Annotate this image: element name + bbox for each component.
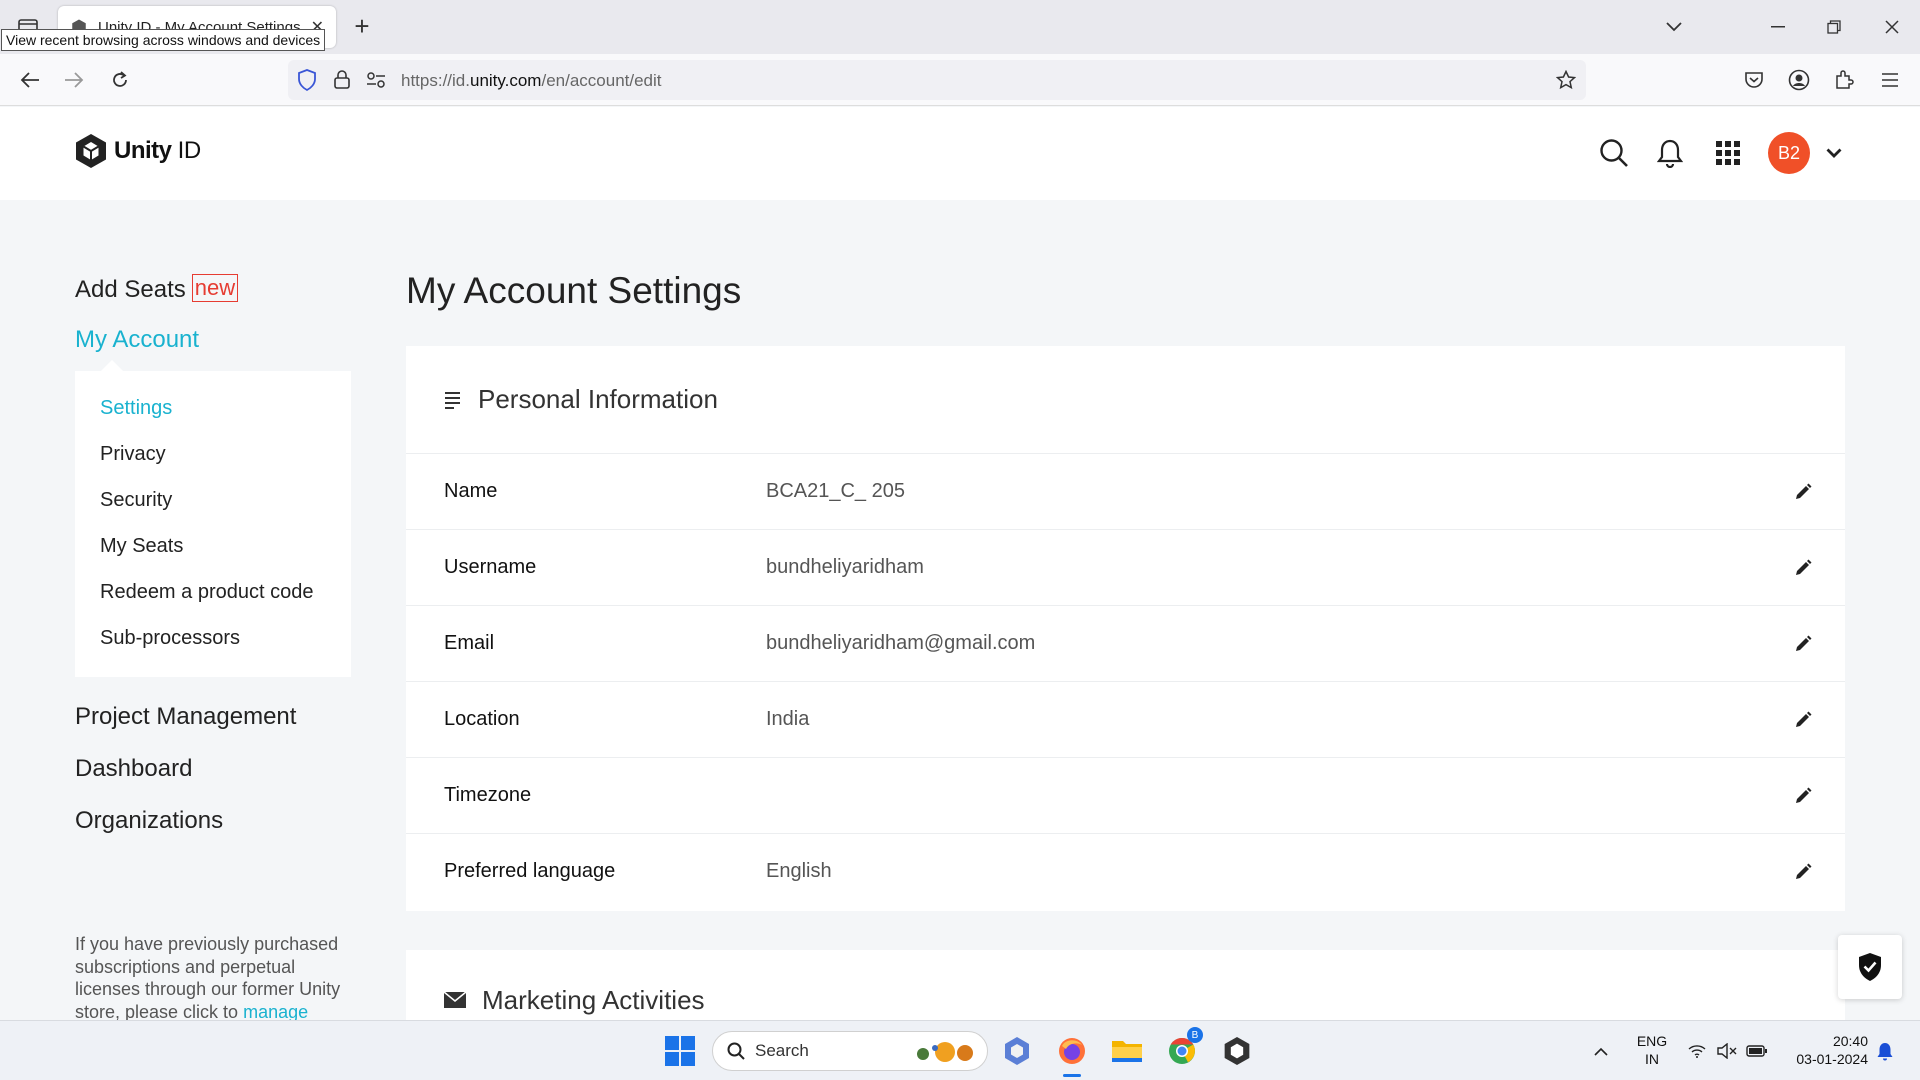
tooltip: View recent browsing across windows and … [1, 29, 326, 51]
edit-pencil-icon[interactable] [1791, 708, 1815, 732]
row-label: Username [444, 556, 537, 578]
submenu-item-sub-processors[interactable]: Sub-processors [100, 627, 240, 650]
sidebar-item-add-seats[interactable]: Add Seats new [75, 274, 239, 304]
firefox-icon[interactable] [1053, 1033, 1091, 1077]
lock-icon[interactable] [333, 69, 351, 89]
pocket-icon[interactable] [1736, 62, 1772, 98]
notification-center-icon[interactable] [1866, 1033, 1904, 1069]
submenu-item-settings[interactable]: Settings [100, 397, 172, 420]
forward-icon[interactable] [56, 62, 92, 98]
new-tab-button[interactable]: + [346, 10, 378, 42]
unity-logo[interactable]: Unity ID [74, 133, 201, 169]
search-highlight-icon [917, 1042, 973, 1062]
chrome-icon[interactable]: B [1163, 1027, 1203, 1069]
windows-start-icon[interactable] [664, 1035, 696, 1067]
account-icon[interactable] [1781, 62, 1817, 98]
list-lines-icon [445, 391, 460, 409]
marketing-activities-card: Marketing Activities [406, 950, 1845, 1020]
search-icon[interactable] [1596, 135, 1632, 171]
envelope-icon [444, 992, 466, 1008]
personal-information-header: Personal Information [406, 346, 1845, 454]
taskbar-search[interactable]: Search [712, 1031, 988, 1071]
sidebar-item-my-account[interactable]: My Account [75, 326, 199, 354]
tracking-protection-icon[interactable] [297, 69, 317, 91]
row-label: Email [444, 632, 495, 654]
back-icon[interactable] [12, 62, 48, 98]
bookmark-star-icon[interactable] [1556, 70, 1576, 90]
unity-cube-icon [76, 134, 106, 168]
row-email: Email bundheliyaridham@gmail.com [406, 606, 1845, 682]
windows-taskbar: Search B ENG IN 20:40 03-01-2024 [0, 1020, 1920, 1080]
sidebar-item-dashboard[interactable]: Dashboard [75, 755, 192, 783]
browser-tab-bar: Unity ID - My Account Settings ✕ + View … [0, 0, 1920, 54]
edit-pencil-icon[interactable] [1791, 632, 1815, 656]
file-explorer-icon[interactable] [1108, 1033, 1146, 1069]
marketing-activities-title: Marketing Activities [482, 984, 705, 1015]
clock[interactable]: 20:40 03-01-2024 [1782, 1032, 1868, 1068]
battery-icon[interactable] [1738, 1033, 1776, 1069]
menu-icon[interactable] [1872, 62, 1908, 98]
submenu-item-my-seats[interactable]: My Seats [100, 535, 183, 558]
submenu-item-security[interactable]: Security [100, 489, 172, 512]
manage-link[interactable]: manage [243, 1002, 308, 1022]
row-location: Location India [406, 682, 1845, 758]
sidebar-item-organizations[interactable]: Organizations [75, 807, 223, 835]
row-timezone: Timezone [406, 758, 1845, 834]
logo-text: Unity ID [114, 137, 201, 164]
avatar[interactable]: B2 [1768, 132, 1810, 174]
new-badge: new [191, 274, 239, 302]
shield-check-icon[interactable] [1838, 935, 1902, 999]
edit-pencil-icon[interactable] [1791, 860, 1815, 884]
address-bar[interactable]: https://id.unity.com/en/account/edit [288, 60, 1586, 100]
row-label: Location [444, 708, 520, 730]
edit-pencil-icon[interactable] [1791, 784, 1815, 808]
unity-hub-icon[interactable] [1218, 1033, 1256, 1069]
edit-pencil-icon[interactable] [1791, 480, 1815, 504]
page-title: My Account Settings [406, 270, 742, 311]
search-icon [727, 1042, 745, 1060]
row-label: Timezone [444, 784, 532, 806]
row-value: bundheliyaridham [766, 556, 924, 578]
close-window-icon[interactable] [1872, 8, 1912, 46]
site-header: Unity ID B2 [0, 107, 1920, 200]
row-preferred-language: Preferred language English [406, 834, 1845, 910]
list-all-tabs-icon[interactable] [1654, 8, 1694, 46]
row-label: Name [444, 480, 498, 502]
chevron-down-icon[interactable] [1816, 135, 1852, 171]
notifications-bell-icon[interactable] [1652, 135, 1688, 171]
row-value: BCA21_C_ 205 [766, 480, 905, 502]
extensions-icon[interactable] [1826, 62, 1862, 98]
row-value: India [766, 708, 810, 730]
submenu-item-redeem-code[interactable]: Redeem a product code [100, 581, 313, 604]
submenu-item-privacy[interactable]: Privacy [100, 443, 166, 466]
sidebar-item-project-management[interactable]: Project Management [75, 703, 296, 731]
chrome-profile-badge: B [1187, 1027, 1203, 1043]
row-value: English [766, 860, 832, 882]
personal-information-card: Personal Information Name BCA21_C_ 205 U… [406, 346, 1845, 911]
row-username: Username bundheliyaridham [406, 530, 1845, 606]
minimize-icon[interactable] [1758, 8, 1798, 46]
taskbar-search-label: Search [755, 1041, 809, 1060]
personal-information-title: Personal Information [478, 384, 718, 414]
tray-chevron-up-icon[interactable] [1582, 1033, 1620, 1069]
url-text[interactable]: https://id.unity.com/en/account/edit [401, 71, 662, 91]
apps-grid-icon[interactable] [1710, 135, 1746, 171]
browser-nav-bar: https://id.unity.com/en/account/edit [0, 54, 1920, 106]
row-label: Preferred language [444, 860, 616, 882]
row-value: bundheliyaridham@gmail.com [766, 632, 1036, 654]
row-name: Name BCA21_C_ 205 [406, 454, 1845, 530]
hex-app-icon[interactable] [998, 1033, 1036, 1069]
legacy-store-note: If you have previously purchased subscri… [75, 934, 341, 1022]
reload-icon[interactable] [102, 62, 138, 98]
my-account-submenu: Settings Privacy Security My Seats Redee… [75, 371, 351, 677]
restore-icon[interactable] [1814, 8, 1854, 46]
permissions-icon[interactable] [366, 72, 386, 88]
input-language-indicator[interactable]: ENG IN [1632, 1032, 1672, 1068]
edit-pencil-icon[interactable] [1791, 556, 1815, 580]
